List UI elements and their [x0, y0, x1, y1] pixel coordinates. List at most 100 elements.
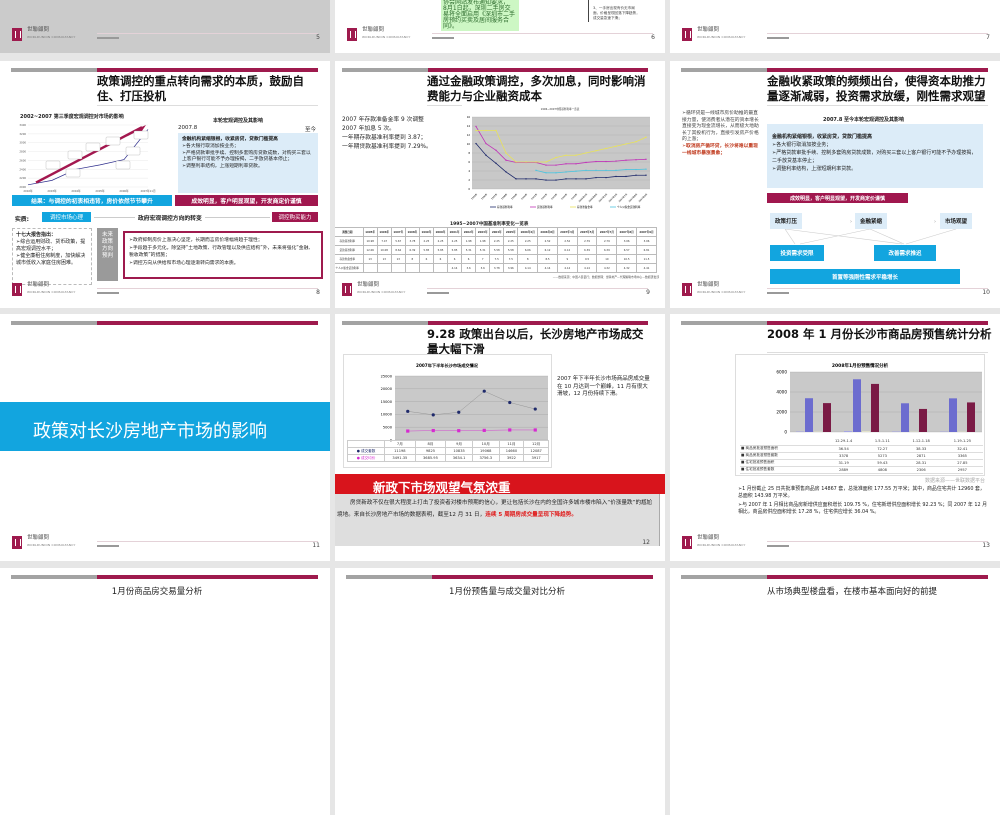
table-cell: 12.29-1.4	[823, 438, 864, 445]
table-cell: 5.67	[391, 237, 405, 246]
bar	[853, 379, 861, 432]
table-cell: 2005年	[504, 228, 518, 237]
table-cell: 1998年	[405, 228, 419, 237]
table-cell: 27.85	[942, 459, 983, 466]
slide-thumbnail-6[interactable]: 协会网站发布通知要求， 8月1日起，深圳二手房交 易将全面启用《深圳市二手 房预…	[335, 0, 665, 53]
slide-thumbnail-7[interactable]: 世聯顧問 WORLDUNION CONSULTANCY 7	[670, 0, 1000, 53]
x-tick-label: 2007年9月	[637, 192, 648, 203]
data-point	[585, 178, 586, 179]
table-source: ——数据来源：中国人民银行；数据整理：世联地产—代理策略市场中心—数据研发部	[553, 275, 659, 279]
table-cell: 2004年	[490, 228, 504, 237]
data-point	[575, 170, 576, 171]
y-tick-label: 14	[467, 124, 471, 128]
logo-subtitle: WORLDUNION CONSULTANCY	[362, 35, 411, 39]
y-tick-label: 16	[467, 115, 471, 119]
page-number: 9	[646, 289, 650, 296]
table-cell: 2889	[823, 466, 864, 473]
box-item: ➢调整利率结构，上涨短期利率贷款。	[182, 164, 314, 171]
table-cell: 3.6	[476, 264, 490, 273]
data-point	[505, 160, 506, 161]
table-cell: 4.14	[577, 264, 597, 273]
data-point	[515, 178, 516, 179]
future-item: ➢调控方向从供给和市场心理逐渐转向需求的本质。	[129, 260, 317, 268]
data-point	[534, 407, 537, 410]
future-label: 未来政策方向预判	[97, 228, 118, 281]
table-cell	[348, 441, 385, 448]
flow-step-policy: 政策打压	[770, 213, 802, 229]
summary-line: 2007 年存款准备金率 9 次调整	[342, 116, 457, 125]
header-bar-gray	[681, 321, 767, 325]
y-tick-label: 2600	[19, 158, 26, 162]
table-cell: ■ 商品房批准预售套数	[740, 452, 823, 459]
slide-thumbnail-5[interactable]: 世聯顧問 WORLDUNION CONSULTANCY 5	[0, 0, 330, 53]
footer-line	[767, 541, 988, 542]
table-cell: 9825	[415, 448, 446, 455]
table-cell: 7月	[385, 441, 416, 448]
y-tick-label: 2000	[776, 410, 787, 415]
logo-icon	[682, 28, 692, 41]
footer-note	[767, 292, 789, 294]
slide-thumbnail-9[interactable]: 通过金融政策调控，多次加息，同时影响消费能力与企业融资成本 2007 年存款准备…	[335, 61, 665, 308]
y-tick-label: 8	[468, 151, 470, 155]
x-tick-label: 2000年	[520, 192, 529, 201]
x-tick-label: 2004年	[560, 192, 569, 201]
data-point	[595, 170, 596, 171]
right-title: 本轮宏观调控及其影响	[213, 117, 263, 124]
data-point	[615, 146, 616, 147]
slide-title: 1月份预售量与成交量对比分析	[432, 585, 582, 597]
table-cell: 6.39	[577, 246, 597, 255]
slide-thumbnail-13[interactable]: 2008 年 1 月份长沙市商品房预售统计分析 2008年1月份预售情况分析02…	[670, 314, 1000, 561]
table-cell: 13	[363, 255, 377, 264]
slide-thumbnail-11[interactable]: 政策对长沙房地产市场的影响 世聯顧問 WORLDUNION CONSULTANC…	[0, 314, 330, 561]
callout-box	[126, 147, 140, 155]
callout-box	[86, 143, 100, 151]
policy-box: 金融机构紧缩银根，收紧房贷，贷款门槛提高 ➢各大银行取消加按业务； ➢严格贷款审…	[178, 133, 318, 193]
table-cell: 10	[597, 255, 617, 264]
table-row: 贷款基准利率12.0610.088.646.395.855.855.855.31…	[335, 246, 657, 255]
table-cell: 7.5	[490, 255, 504, 264]
party-congress-box: 十七大报告指出： ➢综合运用财政、货币政策，提高宏观调控水平； ➢健全廉租住房制…	[12, 228, 92, 285]
table-cell: 2.25	[448, 237, 462, 246]
data-point	[495, 130, 496, 131]
data-point	[585, 152, 586, 153]
data-point	[575, 178, 576, 179]
logo-icon	[347, 28, 357, 41]
page-number: 5	[316, 34, 320, 41]
interest-rate-line-chart: 1996~2007中国基准利率一览表0246810121416存款基准利率贷款基…	[460, 105, 655, 220]
data-point	[625, 160, 626, 161]
table-cell: 5273	[864, 452, 900, 459]
slide-thumbnail-14[interactable]: 1月份商品房交易量分析	[0, 568, 330, 815]
rigid-demand-bar: 首置等强刚性需求平稳增长	[770, 269, 960, 284]
x-tick-label: 2007年5月	[607, 192, 618, 203]
table-cell: 3756.3	[472, 455, 499, 462]
header-bar-gray	[11, 575, 97, 579]
slide-thumbnail-15[interactable]: 1月份预售量与成交量对比分析	[335, 568, 665, 815]
x-tick-label: 1998年	[500, 192, 509, 201]
data-point	[535, 170, 536, 171]
slide-thumbnail-8[interactable]: 政策调控的重点转向需求的本质，鼓励自住、打压投机 2002~2007 第三季度宏…	[0, 61, 330, 308]
table-cell: 1995年	[363, 228, 377, 237]
footer-line	[432, 33, 653, 34]
data-point	[508, 428, 511, 431]
data-point	[565, 155, 566, 156]
data-point	[432, 429, 435, 432]
table-cell: 7.47	[377, 237, 391, 246]
transaction-data-table: 7月8月9月10月11月12月● 成交套数1119898251083519068…	[347, 440, 549, 462]
flow-step-market: 市场观望	[940, 213, 972, 229]
x-tick-label: 2002年	[540, 192, 549, 201]
logo-text: 世聯顧問	[697, 282, 719, 289]
page-number: 11	[312, 542, 320, 549]
data-point	[475, 130, 476, 131]
slide-thumbnail-16[interactable]: 从市场典型楼盘看，在楼市基本面向好的前提	[670, 568, 1000, 815]
slide-thumbnail-10[interactable]: 金融收紧政策的频频出台，使得资本助推力量逐渐减弱，投资需求放缓，刚性需求观望 ➢…	[670, 61, 1000, 308]
table-cell: 4.14	[448, 264, 462, 273]
logo-icon	[342, 283, 352, 296]
x-tick-label: 2003年	[47, 189, 57, 193]
data-point	[625, 176, 626, 177]
presale-bullets: ➢1 月份截止 25 日共批准预售商品房 14867 套，总批准面积 177.5…	[738, 486, 988, 516]
logo-subtitle: WORLDUNION CONSULTANCY	[697, 290, 746, 294]
table-cell: 31.19	[823, 459, 864, 466]
box-item: ➢综合运用财政、货币政策，提高宏观调控水平；	[16, 239, 88, 253]
slide-thumbnail-12[interactable]: 9.28 政策出台以后，长沙房地产市场成交量大幅下滑 2007年下半年长沙市场成…	[335, 314, 665, 561]
callout-box	[134, 131, 148, 139]
